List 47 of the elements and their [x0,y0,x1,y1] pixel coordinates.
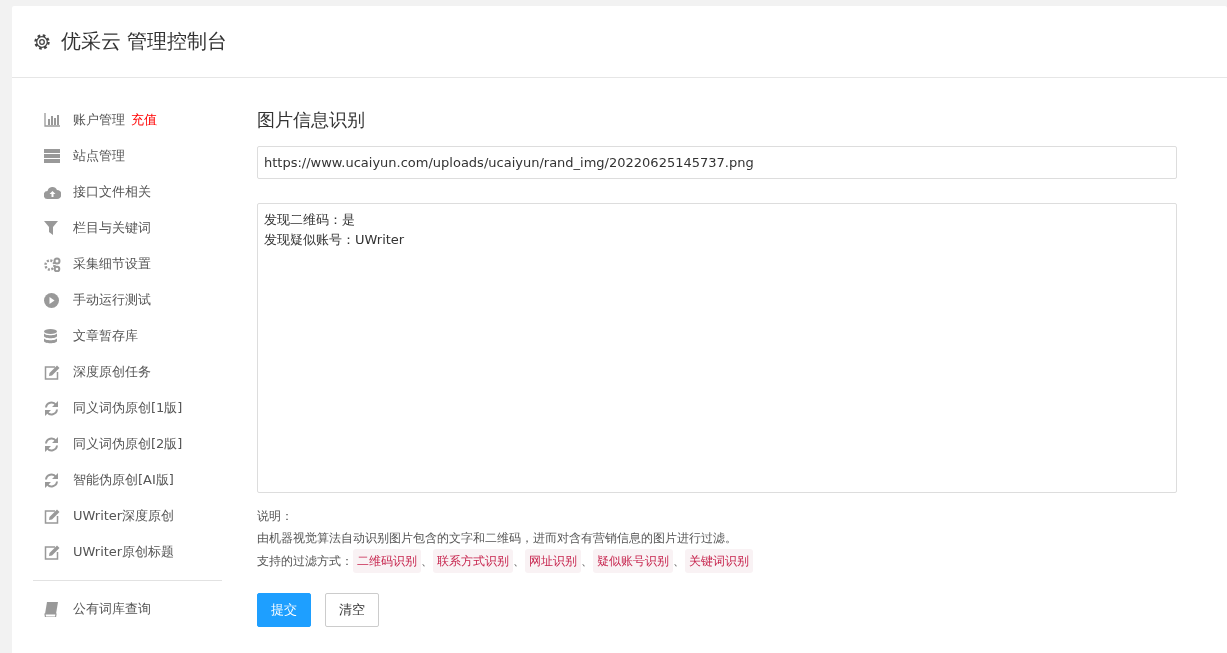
sidebar-item[interactable]: 站点管理 [73,147,125,165]
book-icon [44,601,58,617]
app-title: 优采云 管理控制台 [61,28,228,55]
clear-button[interactable]: 清空 [325,593,379,627]
sidebar-item[interactable]: 智能伪原创[AI版] [73,471,174,489]
url-field[interactable]: https://www.ucaiyun.com/uploads/ucaiyun/rand_img/20220625145737.png [257,146,1177,179]
note-text: 由机器视觉算法自动识别图片包含的文字和二维码，进而对含有营销信息的图片进行过滤。 [257,530,738,547]
separator-mark: 、 [421,553,433,570]
sidebar-item[interactable]: 接口文件相关 [73,183,151,201]
methods-label: 支持的过滤方式： [257,553,353,570]
server-icon [44,149,60,163]
filter-tag: 联系方式识别 [433,549,513,573]
edit-icon [44,508,60,524]
sidebar-item[interactable]: 栏目与关键词 [73,219,151,237]
note-title: 说明： [257,508,294,525]
separator-mark: 、 [673,553,685,570]
sidebar-item[interactable]: 采集细节设置 [73,255,151,273]
sidebar-item[interactable]: 同义词伪原创[1版] [73,399,183,417]
refresh-icon [44,400,59,416]
separator-mark: 、 [581,553,593,570]
sidebar-item[interactable]: 同义词伪原创[2版] [73,435,183,453]
sidebar-item[interactable]: 手动运行测试 [73,291,151,309]
database-icon [44,328,57,344]
sidebar-item[interactable]: UWriter原创标题 [73,543,175,561]
sidebar-item[interactable]: UWriter深度原创 [73,507,175,525]
gears-icon [44,256,61,272]
filter-tag: 关键词识别 [685,549,753,573]
play-icon [44,292,59,308]
cloud-upload-icon [44,185,61,199]
filter-tag: 二维码识别 [353,549,421,573]
filter-tag: 疑似账号识别 [593,549,673,573]
filter-icon [44,221,58,235]
bar-chart-icon [44,113,60,127]
separator-mark: 、 [513,553,525,570]
refresh-icon [44,472,59,488]
result-box[interactable]: 发现二维码：是 发现疑似账号：UWriter [257,203,1177,493]
sidebar-item[interactable]: 公有词库查询 [73,600,151,618]
filter-tag: 网址识别 [525,549,581,573]
sidebar-item[interactable]: 深度原创任务 [73,363,151,381]
edit-icon [44,544,60,560]
section-heading: 图片信息识别 [257,108,366,132]
edit-icon [44,364,60,380]
refresh-icon [44,436,59,452]
sidebar-item[interactable]: 文章暂存库 [73,327,138,345]
settings-icon [33,32,51,51]
recharge-link[interactable]: 充值 [131,111,157,129]
sidebar-item[interactable]: 账户管理 [73,111,125,129]
